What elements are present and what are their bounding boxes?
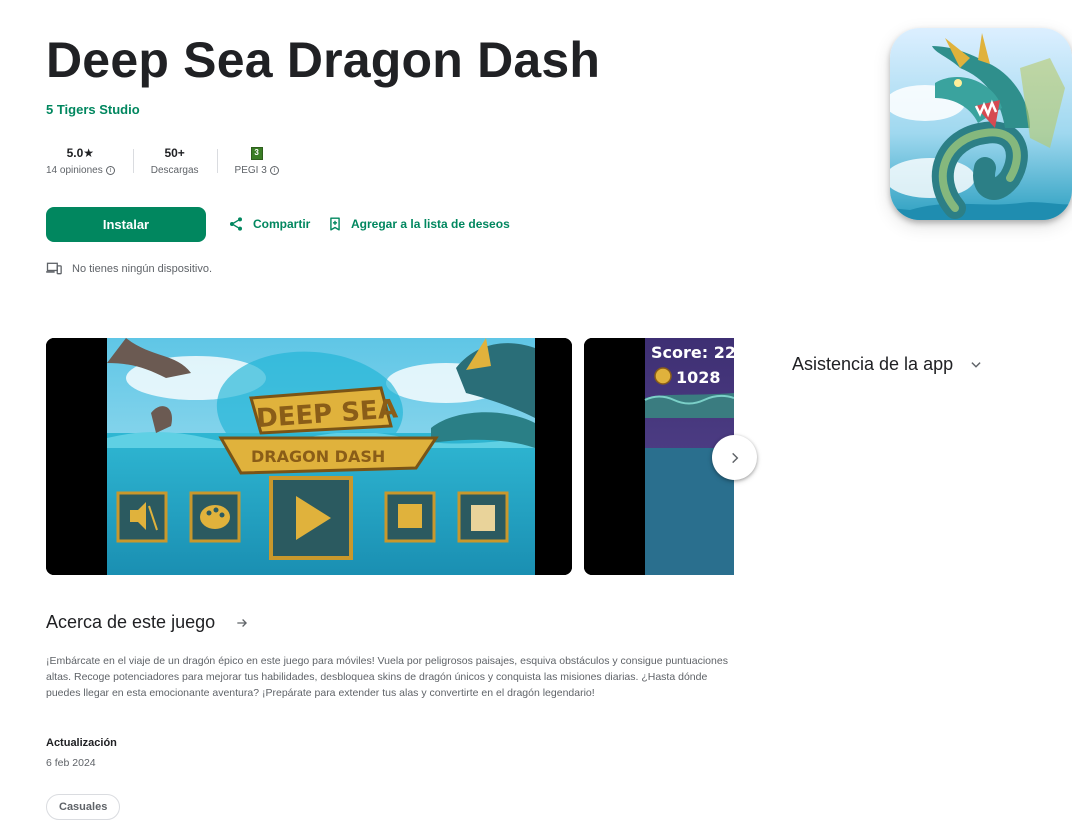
category-chip[interactable]: Casuales <box>46 794 121 820</box>
about-description: ¡Embárcate en el viaje de un dragón épic… <box>46 655 728 699</box>
wishlist-button[interactable]: Agregar a la lista de deseos <box>328 214 510 234</box>
pegi-label: PEGI 3 <box>234 165 267 176</box>
devices-icon <box>46 262 62 275</box>
app-support-toggle[interactable]: Asistencia de la app <box>792 354 983 375</box>
rating-count: 14 opiniones <box>46 165 103 176</box>
rating-value: 5.0★ <box>66 146 95 160</box>
game-score: Score: 22 <box>651 343 734 362</box>
device-notice: No tienes ningún dispositivo. <box>46 262 212 275</box>
app-icon <box>890 28 1072 220</box>
info-icon[interactable]: i <box>269 166 279 175</box>
bookmark-add-icon <box>330 217 340 231</box>
arrow-right-icon <box>237 618 248 627</box>
about-game-header[interactable]: Acerca de este juego <box>46 612 249 633</box>
info-icon[interactable]: i <box>105 166 115 175</box>
pegi-rating-icon: 3 <box>250 146 263 160</box>
about-game-title: Acerca de este juego <box>46 612 216 632</box>
chevron-right-icon <box>731 452 738 463</box>
updated-date: 6 feb 2024 <box>46 757 96 769</box>
share-icon <box>230 217 242 231</box>
downloads-label: Descargas <box>150 165 199 176</box>
updated-label: Actualización <box>46 737 117 749</box>
game-logo-line2: DRAGON DASH <box>251 447 385 466</box>
downloads-value: 50+ <box>164 146 185 160</box>
pegi-stat: 3 PEGI 3 i <box>216 145 297 176</box>
screenshot-1[interactable]: DEEP SEA DRAGON DASH <box>46 338 572 575</box>
share-label: Compartir <box>253 217 311 231</box>
carousel-next-button[interactable] <box>712 435 757 480</box>
downloads-stat: 50+ Descargas <box>132 145 217 176</box>
developer-link[interactable]: 5 Tigers Studio <box>46 102 140 117</box>
game-coins: 1028 <box>676 368 721 387</box>
install-button[interactable]: Instalar <box>46 207 206 242</box>
app-stats: 5.0★ 14 opiniones i 50+ Descargas 3 PEGI… <box>46 145 297 176</box>
share-button[interactable]: Compartir <box>228 214 310 234</box>
app-title: Deep Sea Dragon Dash <box>46 32 601 88</box>
chevron-down-icon <box>971 361 981 368</box>
app-support-label: Asistencia de la app <box>792 354 954 374</box>
wishlist-label: Agregar a la lista de deseos <box>351 217 510 231</box>
device-notice-text: No tienes ningún dispositivo. <box>72 262 213 275</box>
rating-stat[interactable]: 5.0★ 14 opiniones i <box>46 145 133 176</box>
